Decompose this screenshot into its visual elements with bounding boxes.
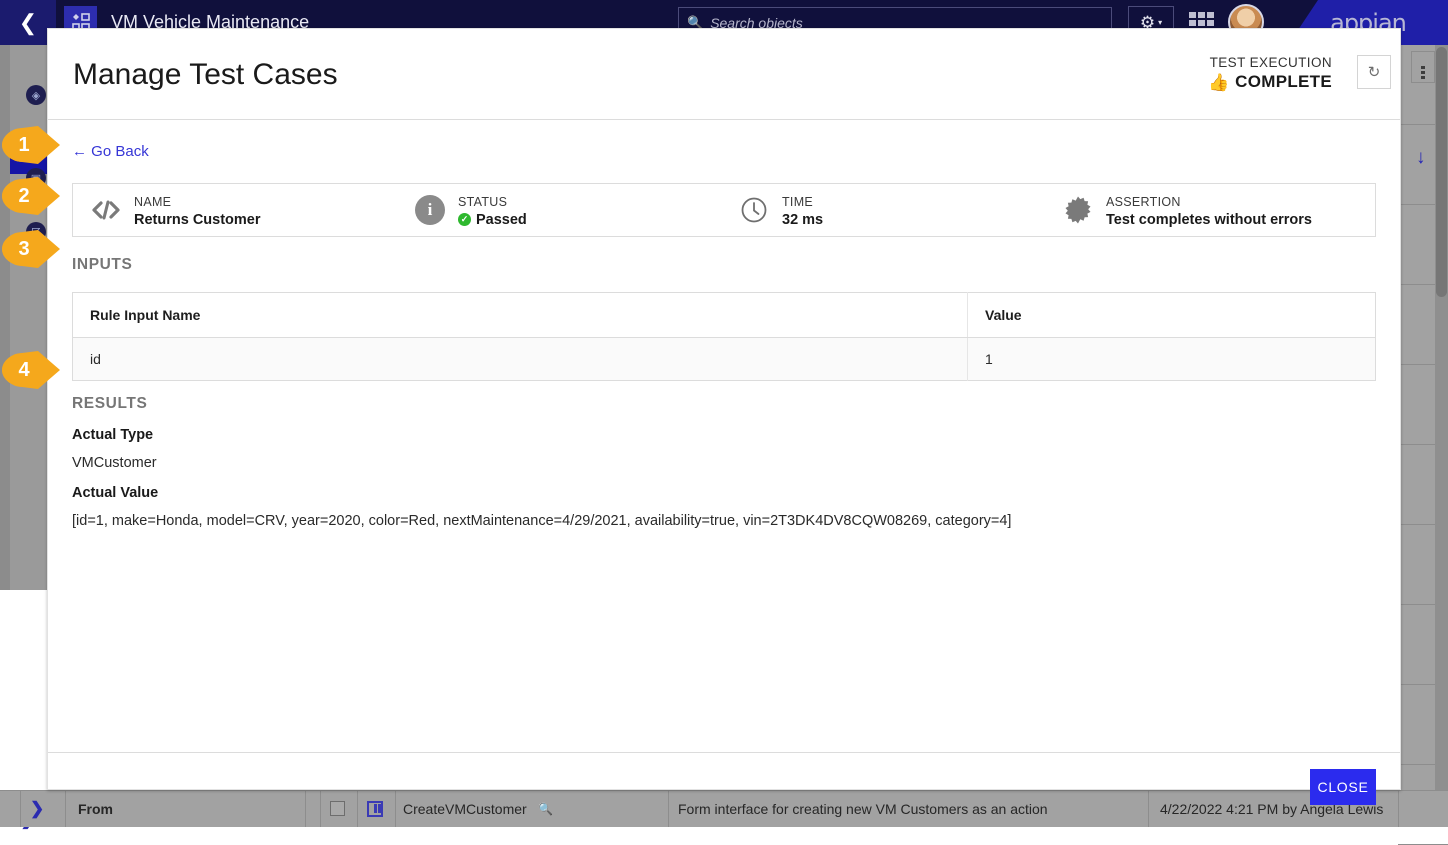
test-execution-status: TEST EXECUTION 👍 COMPLETE — [1208, 55, 1332, 92]
table-row: id 1 — [73, 338, 1376, 381]
refresh-button[interactable]: ↻ — [1357, 55, 1391, 89]
info-circle-icon: i — [415, 195, 445, 225]
column-divider — [20, 790, 21, 827]
callout-marker-4: 4 — [2, 351, 60, 389]
callout-number: 2 — [2, 177, 46, 215]
inputs-section-heading: INPUTS — [72, 256, 1376, 274]
actual-value-value: [id=1, make=Honda, model=CRV, year=2020,… — [72, 513, 1376, 529]
page-scrollbar[interactable] — [1435, 45, 1448, 790]
summary-label: STATUS — [458, 195, 507, 209]
inputs-table: Rule Input Name Value id 1 — [72, 292, 1376, 381]
cell-rule-input-name: id — [73, 338, 968, 381]
download-arrow-icon: ↓ — [1416, 147, 1426, 169]
column-header-rule-input-name: Rule Input Name — [73, 293, 968, 338]
refresh-icon: ↻ — [1368, 63, 1381, 81]
summary-label: NAME — [134, 195, 171, 209]
manage-test-cases-dialog: Manage Test Cases TEST EXECUTION 👍 COMPL… — [47, 28, 1401, 790]
column-header-value: Value — [968, 293, 1376, 338]
cell-value: 1 — [968, 338, 1376, 381]
callout-marker-2: 2 — [2, 177, 60, 215]
summary-value: 32 ms — [782, 212, 823, 228]
summary-label: ASSERTION — [1106, 195, 1181, 209]
summary-cell-assertion: ASSERTION Test completes without errors — [1045, 193, 1375, 228]
scrollbar-thumb[interactable] — [1436, 47, 1447, 297]
summary-value: Returns Customer — [134, 212, 261, 228]
table-header-row: Rule Input Name Value — [73, 293, 1376, 338]
summary-value-wrap: ✓ Passed — [458, 212, 527, 228]
summary-label: TIME — [782, 195, 813, 209]
summary-value: Test completes without errors — [1106, 212, 1312, 228]
callout-number: 1 — [2, 126, 46, 164]
actual-type-value: VMCustomer — [72, 455, 1376, 471]
code-brackets-icon — [91, 195, 121, 225]
row-expand-chevron[interactable]: ❯ — [30, 790, 44, 827]
callout-marker-3: 3 — [2, 230, 60, 268]
clock-icon — [739, 195, 769, 225]
thumbs-up-icon: 👍 — [1208, 74, 1229, 91]
status-value: Passed — [476, 212, 527, 228]
callout-marker-1: 1 — [2, 126, 60, 164]
status-badge: COMPLETE — [1235, 72, 1332, 92]
actual-type-label: Actual Type — [72, 427, 1376, 443]
background-grip-box — [1411, 51, 1435, 83]
summary-cell-name: NAME Returns Customer — [73, 193, 397, 228]
dialog-header: Manage Test Cases TEST EXECUTION 👍 COMPL… — [48, 29, 1400, 120]
check-circle-icon: ✓ — [458, 213, 471, 226]
summary-cell-status: i STATUS ✓ Passed — [397, 193, 721, 228]
compass-icon[interactable]: ◈ — [26, 85, 46, 105]
test-case-summary-bar: NAME Returns Customer i STATUS ✓ Passed — [72, 183, 1376, 237]
gear-burst-icon — [1063, 195, 1093, 225]
page-title: Manage Test Cases — [73, 58, 338, 92]
dialog-footer: CLOSE — [48, 752, 1400, 820]
test-execution-label: TEST EXECUTION — [1208, 55, 1332, 70]
callout-number: 4 — [2, 351, 46, 389]
results-section-heading: RESULTS — [72, 395, 1376, 413]
go-back-link[interactable]: ← Go Back — [72, 143, 149, 160]
chevron-down-icon: ▾ — [1158, 18, 1162, 27]
dialog-body: ← Go Back NAME Returns Customer i — [48, 120, 1400, 752]
summary-cell-time: TIME 32 ms — [721, 193, 1045, 228]
close-button[interactable]: CLOSE — [1310, 769, 1376, 805]
callout-number: 3 — [2, 230, 46, 268]
actual-value-label: Actual Value — [72, 485, 1376, 501]
